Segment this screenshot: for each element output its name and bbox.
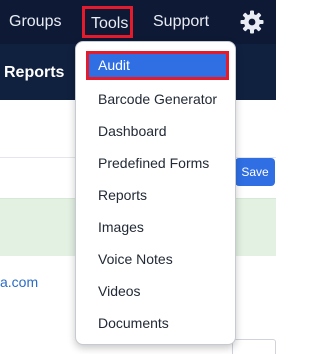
menu-item-dashboard[interactable]: Dashboard [98,115,167,147]
menu-item-reports[interactable]: Reports [98,179,147,211]
nav-support[interactable]: Support [153,0,209,44]
reports-tab[interactable]: Reports [4,44,64,102]
menu-item-predefined-forms[interactable]: Predefined Forms [98,147,209,179]
gear-icon[interactable] [240,10,264,34]
menu-item-audit[interactable]: Audit [86,51,229,80]
top-navbar: Groups Tools Support [0,0,276,44]
menu-item-images[interactable]: Images [98,211,144,243]
nav-tools[interactable]: Tools [82,6,133,38]
email-link[interactable]: a.com [0,274,38,290]
menu-item-barcode-generator[interactable]: Barcode Generator [98,83,217,115]
tools-dropdown-menu: Audit Barcode Generator Dashboard Predef… [75,41,236,345]
menu-item-documents[interactable]: Documents [98,307,169,339]
menu-item-voice-notes[interactable]: Voice Notes [98,243,173,275]
input-field[interactable] [232,339,276,354]
menu-item-videos[interactable]: Videos [98,275,141,307]
save-button[interactable]: Save [235,158,275,186]
nav-groups[interactable]: Groups [9,0,61,44]
